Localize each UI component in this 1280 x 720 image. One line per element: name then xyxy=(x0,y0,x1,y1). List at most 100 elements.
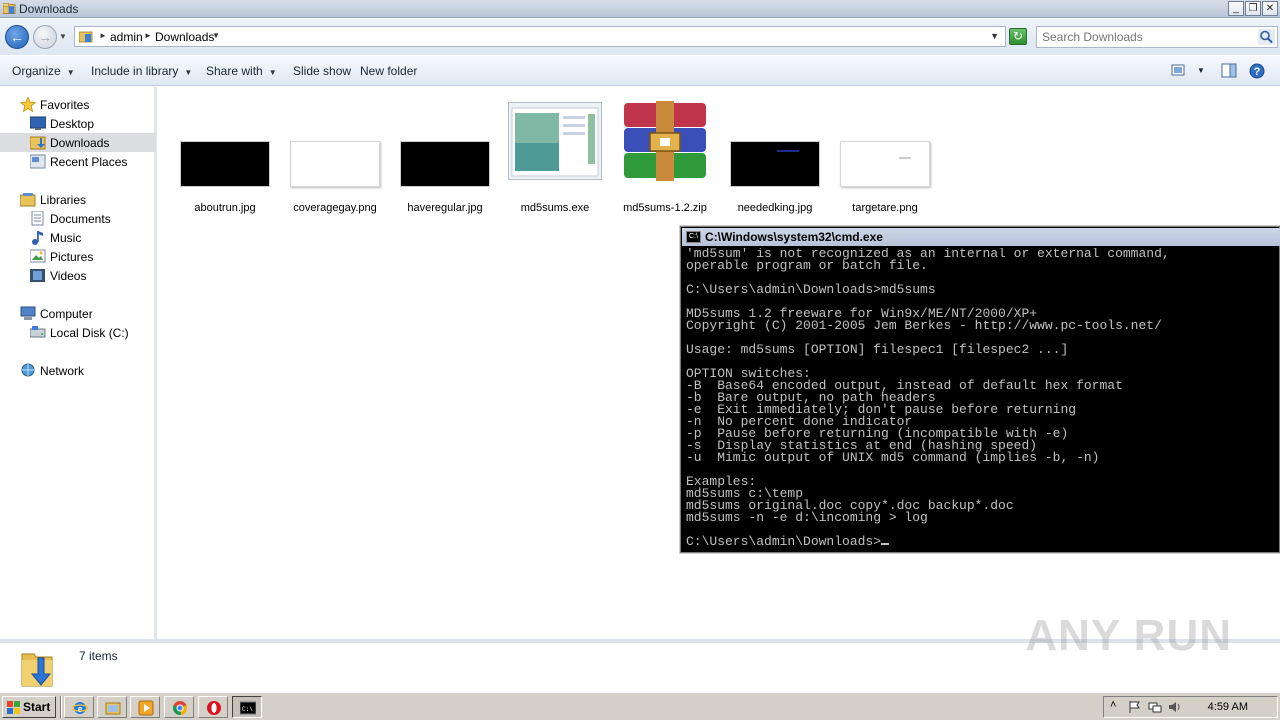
image-thumbnail xyxy=(400,141,490,187)
details-pane: 7 items ANY RUN xyxy=(0,611,1280,692)
cmd-console-output[interactable]: 'md5sum' is not recognized as an interna… xyxy=(686,248,1278,550)
svg-text:C:\: C:\ xyxy=(242,706,253,713)
svg-text:e: e xyxy=(78,704,83,715)
forward-button[interactable]: → xyxy=(33,25,57,49)
breadcrumb-separator-icon[interactable]: ► xyxy=(144,31,152,40)
volume-icon[interactable] xyxy=(1168,700,1182,714)
image-thumbnail xyxy=(730,141,820,187)
system-tray: ˄ 4:59 AM xyxy=(1103,696,1278,718)
breadcrumb-downloads[interactable]: Downloads xyxy=(155,30,214,44)
help-icon[interactable]: ? xyxy=(1249,63,1265,79)
winrar-archive-icon xyxy=(624,101,706,181)
address-bar[interactable]: ► admin ► Downloads ▼ ▼ xyxy=(74,26,1006,47)
share-with-menu[interactable]: Share with ▼ xyxy=(206,64,277,78)
text-cursor xyxy=(881,543,890,545)
network-icon xyxy=(21,363,35,377)
search-box[interactable] xyxy=(1036,26,1278,48)
search-input[interactable] xyxy=(1037,27,1253,47)
show-hidden-icons-icon[interactable]: ˄ xyxy=(1110,699,1124,713)
file-item[interactable]: neededking.jpg xyxy=(723,99,827,219)
libraries-icon xyxy=(20,193,36,207)
taskbar-media-player-button[interactable] xyxy=(130,696,160,718)
folder-icon xyxy=(105,702,121,715)
nav-favorites-label: Favorites xyxy=(40,98,90,112)
start-button[interactable]: Start xyxy=(2,696,56,718)
nav-local-disk[interactable]: Local Disk (C:) xyxy=(0,323,156,342)
start-label: Start xyxy=(23,700,51,714)
chevron-down-icon: ▼ xyxy=(66,68,75,77)
taskbar-separator xyxy=(60,696,62,718)
restore-button[interactable]: ❐ xyxy=(1245,1,1261,16)
view-options-icon[interactable] xyxy=(1171,63,1185,77)
organize-label: Organize xyxy=(12,64,61,78)
recent-pages-dropdown[interactable]: ▼ xyxy=(59,32,67,41)
computer-icon xyxy=(20,306,36,320)
taskbar-explorer-button[interactable] xyxy=(97,696,127,718)
file-item[interactable]: haveregular.jpg xyxy=(393,99,497,219)
window-titlebar[interactable]: Downloads _ ❐ ✕ xyxy=(0,0,1280,18)
breadcrumb-admin[interactable]: admin xyxy=(110,30,143,44)
preview-pane-icon[interactable] xyxy=(1221,63,1237,78)
documents-icon xyxy=(31,211,44,226)
nav-downloads[interactable]: Downloads xyxy=(0,133,156,152)
taskbar-ie-button[interactable]: e xyxy=(64,696,94,718)
file-item[interactable]: md5sums-1.2.zip xyxy=(613,99,717,219)
file-item[interactable]: coveragegay.png xyxy=(283,99,387,219)
slide-show-button[interactable]: Slide show xyxy=(293,64,351,78)
nav-favorites[interactable]: Favorites xyxy=(0,95,156,114)
cmd-prompt: C:\Users\admin\Downloads> xyxy=(686,534,882,549)
file-name: coveragegay.png xyxy=(293,202,377,214)
nav-music[interactable]: Music xyxy=(0,228,156,247)
file-item[interactable]: aboutrun.jpg xyxy=(173,99,277,219)
folder-icon xyxy=(79,31,93,43)
clock[interactable]: 4:59 AM xyxy=(1208,701,1248,713)
taskbar-cmd-button[interactable]: C:\ xyxy=(232,696,262,718)
folder-icon xyxy=(3,3,16,14)
nav-desktop[interactable]: Desktop xyxy=(0,114,156,133)
view-dropdown-icon[interactable]: ▼ xyxy=(1197,66,1205,75)
taskbar-chrome-button[interactable] xyxy=(164,696,194,718)
music-icon xyxy=(32,231,43,245)
svg-text:?: ? xyxy=(1254,66,1261,78)
nav-network-label: Network xyxy=(40,364,85,378)
action-center-flag-icon[interactable] xyxy=(1128,700,1142,714)
file-name: aboutrun.jpg xyxy=(194,202,256,214)
nav-videos[interactable]: Videos xyxy=(0,266,156,285)
network-status-icon[interactable] xyxy=(1148,700,1162,714)
refresh-button[interactable]: ↻ xyxy=(1009,28,1027,45)
taskbar-opera-button[interactable] xyxy=(198,696,228,718)
nav-network[interactable]: Network xyxy=(0,361,156,380)
file-item[interactable]: md5sums.exe xyxy=(503,99,607,219)
nav-computer-label: Computer xyxy=(40,307,93,321)
minimize-button[interactable]: _ xyxy=(1228,1,1244,16)
address-history-dropdown[interactable]: ▼ xyxy=(990,31,999,41)
nav-downloads-label: Downloads xyxy=(50,136,110,150)
file-name: neededking.jpg xyxy=(737,202,813,214)
search-icon[interactable] xyxy=(1258,29,1275,45)
breadcrumb-separator-icon[interactable]: ► xyxy=(99,31,107,40)
close-button[interactable]: ✕ xyxy=(1262,1,1278,16)
breadcrumb-separator-icon[interactable]: ▼ xyxy=(212,31,220,40)
cmd-window[interactable]: C:\ C:\Windows\system32\cmd.exe 'md5sum'… xyxy=(680,226,1280,553)
back-arrow-icon: ← xyxy=(10,29,24,45)
nav-documents[interactable]: Documents xyxy=(0,209,156,228)
forward-arrow-icon: → xyxy=(38,29,52,45)
back-button[interactable]: ← xyxy=(5,25,29,49)
nav-computer[interactable]: Computer xyxy=(0,304,156,323)
command-toolbar: Organize ▼ Include in library ▼ Share with… xyxy=(0,56,1280,86)
file-item[interactable]: targetare.png xyxy=(833,99,937,219)
nav-pictures[interactable]: Pictures xyxy=(0,247,156,266)
organize-menu[interactable]: Organize ▼ xyxy=(12,64,75,78)
pictures-icon xyxy=(30,249,46,263)
navigation-pane: Favorites Desktop Downloads Recent Place… xyxy=(0,87,157,639)
nav-documents-label: Documents xyxy=(50,212,111,226)
chevron-down-icon: ▼ xyxy=(268,68,277,77)
nav-recent-places[interactable]: Recent Places xyxy=(0,152,156,171)
file-name: targetare.png xyxy=(852,202,918,214)
new-folder-button[interactable]: New folder xyxy=(360,64,417,78)
cmd-titlebar[interactable]: C:\ C:\Windows\system32\cmd.exe xyxy=(682,228,1280,246)
nav-libraries[interactable]: Libraries xyxy=(0,190,156,209)
nav-videos-label: Videos xyxy=(50,269,87,283)
include-in-library-menu[interactable]: Include in library ▼ xyxy=(91,64,192,78)
taskbar: Start e C:\ ˄ 4:59 AM xyxy=(0,692,1280,720)
